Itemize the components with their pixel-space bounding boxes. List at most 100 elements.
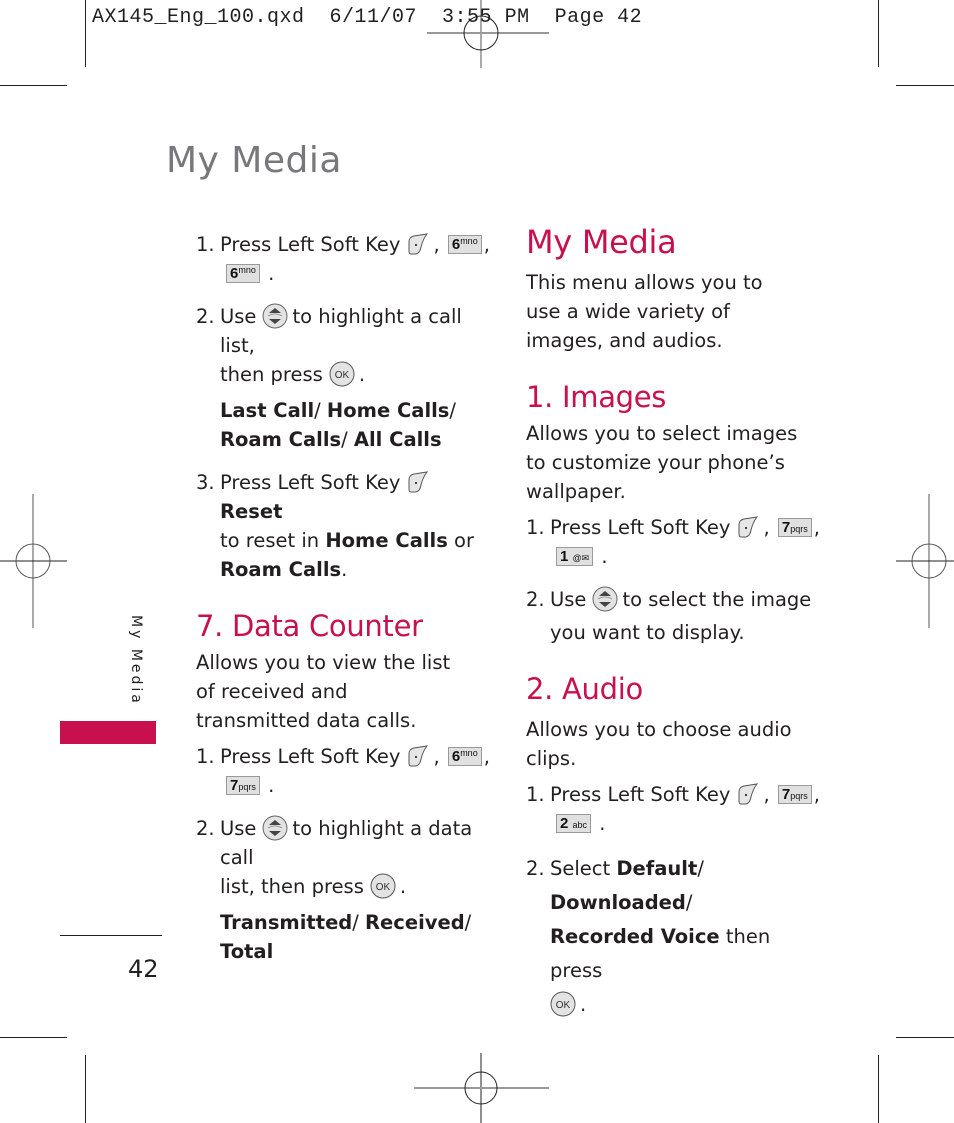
data-counter-heading: 7. Data Counter: [196, 609, 423, 643]
printer-slug: AX145_Eng_100.qxd 6/11/07 3:55 PM Page 4…: [92, 6, 643, 29]
option-recorded-voice: Recorded Voice: [550, 925, 720, 948]
images-step-1: 1. Press Left Soft Key, 7pqrs, 1 @✉ .: [526, 513, 826, 571]
comma: ,: [433, 745, 440, 768]
step-text: Use: [220, 305, 257, 328]
step-text: Use: [550, 588, 587, 611]
period: .: [268, 262, 275, 285]
home-calls-label: Home Calls: [325, 529, 448, 552]
key-7-icon: 7pqrs: [777, 784, 812, 804]
call-list-options: Last Call/ Home Calls/ Roam Calls/ All C…: [196, 396, 496, 454]
key-letters: @✉: [572, 552, 590, 563]
step-text: or: [454, 529, 474, 552]
key-2-icon: 2 abc: [556, 813, 592, 833]
step-number: 1.: [526, 783, 545, 806]
call-timer-step-3: 3. Press Left Soft Key Reset to reset in…: [196, 468, 496, 584]
option-total: Total: [220, 940, 274, 963]
separator: /: [352, 911, 366, 934]
option-received: Received: [365, 911, 465, 934]
crop-mark: [896, 1037, 954, 1038]
key-6-icon: 6mno: [447, 234, 482, 254]
crop-mark: [878, 1055, 879, 1123]
comma: ,: [483, 233, 490, 256]
step-number: 2.: [196, 817, 215, 840]
period: .: [399, 875, 407, 898]
key-letters: pqrs: [238, 781, 256, 792]
key-digit: 2: [560, 814, 569, 832]
option-all-calls: All Calls: [353, 428, 442, 451]
crop-mark: [85, 0, 86, 67]
left-soft-key-icon: [736, 516, 760, 538]
comma: ,: [813, 783, 820, 806]
step-number: 1.: [526, 516, 545, 539]
left-soft-key-icon: [406, 233, 430, 255]
step-text: Press Left Soft Key: [220, 233, 401, 256]
key-digit: 7: [781, 785, 791, 803]
option-downloaded: Downloaded: [550, 891, 686, 914]
key-letters: mno: [238, 264, 256, 275]
step-text: to reset in: [220, 529, 320, 552]
right-column: My Media This menu allows you to use a w…: [526, 220, 826, 1022]
up-down-nav-icon: [592, 586, 618, 612]
period: .: [268, 774, 275, 797]
key-letters: mno: [460, 235, 478, 246]
left-column: 1. Press Left Soft Key, 6mno, 6mno . 2. …: [196, 230, 496, 966]
step-text: Press Left Soft Key: [550, 783, 731, 806]
separator: /: [464, 911, 472, 934]
registration-mark-bottom: [414, 1053, 549, 1123]
key-letters: mno: [460, 747, 478, 758]
crop-mark: [85, 1055, 86, 1123]
images-step-2: 2. Use to select the image you want to di…: [526, 585, 826, 647]
step-number: 2.: [526, 857, 545, 880]
period: .: [341, 558, 348, 581]
comma: ,: [483, 745, 490, 768]
registration-mark-right: [896, 494, 954, 628]
call-timer-step-2: 2. Use to highlight a call list, then pre…: [196, 302, 496, 389]
key-letters: pqrs: [790, 790, 808, 801]
left-soft-key-icon: [406, 471, 430, 493]
data-counter-description: Allows you to view the list of received …: [196, 651, 451, 732]
audio-heading: 2. Audio: [526, 672, 643, 706]
up-down-nav-icon: [262, 303, 288, 329]
step-text: you want to display.: [550, 621, 745, 644]
audio-description: Allows you to choose audio clips.: [526, 718, 792, 770]
key-6-icon: 6mno: [447, 746, 482, 766]
option-transmitted: Transmitted: [220, 911, 353, 934]
up-down-nav-icon: [262, 815, 288, 841]
key-7-icon: 7pqrs: [226, 775, 260, 795]
ok-key-icon: [550, 991, 576, 1017]
section-tab-marker: [60, 721, 156, 744]
images-heading: 1. Images: [526, 380, 667, 414]
step-text: to select the image: [622, 588, 812, 611]
step-text: to highlight a data call: [220, 817, 473, 869]
comma: ,: [763, 516, 770, 539]
step-number: 1.: [196, 745, 215, 768]
audio-step-2: 2. Select Default/ Downloaded/ Recorded …: [526, 852, 826, 1022]
left-soft-key-icon: [406, 745, 430, 767]
footer-rule: [60, 935, 162, 936]
crop-mark: [878, 0, 879, 67]
reset-label: Reset: [220, 500, 283, 523]
my-media-heading: My Media: [526, 223, 677, 261]
comma: ,: [433, 233, 440, 256]
key-7-icon: 7pqrs: [777, 517, 812, 537]
my-media-description: This menu allows you to use a wide varie…: [526, 271, 763, 352]
step-text: Select: [550, 857, 611, 880]
step-number: 3.: [196, 471, 215, 494]
comma: ,: [763, 783, 770, 806]
crop-mark: [0, 1037, 67, 1038]
audio-step-1: 1. Press Left Soft Key, 7pqrs, 2 abc .: [526, 780, 826, 838]
option-default: Default: [616, 857, 698, 880]
separator: /: [697, 857, 704, 880]
left-soft-key-icon: [736, 783, 760, 805]
period: .: [580, 993, 587, 1016]
roam-calls-label: Roam Calls: [220, 558, 342, 581]
images-description: Allows you to select images to customize…: [526, 422, 798, 503]
key-digit: 6: [451, 235, 461, 253]
data-counter-step-2: 2. Use to highlight a data call list, the…: [196, 814, 496, 901]
data-counter-step-1: 1. Press Left Soft Key, 6mno, 7pqrs .: [196, 742, 496, 800]
option-roam-calls: Roam Calls: [220, 428, 342, 451]
key-digit: 1: [560, 547, 569, 565]
key-6-icon: 6mno: [226, 263, 260, 283]
comma: ,: [813, 516, 820, 539]
page-title: My Media: [166, 140, 342, 181]
